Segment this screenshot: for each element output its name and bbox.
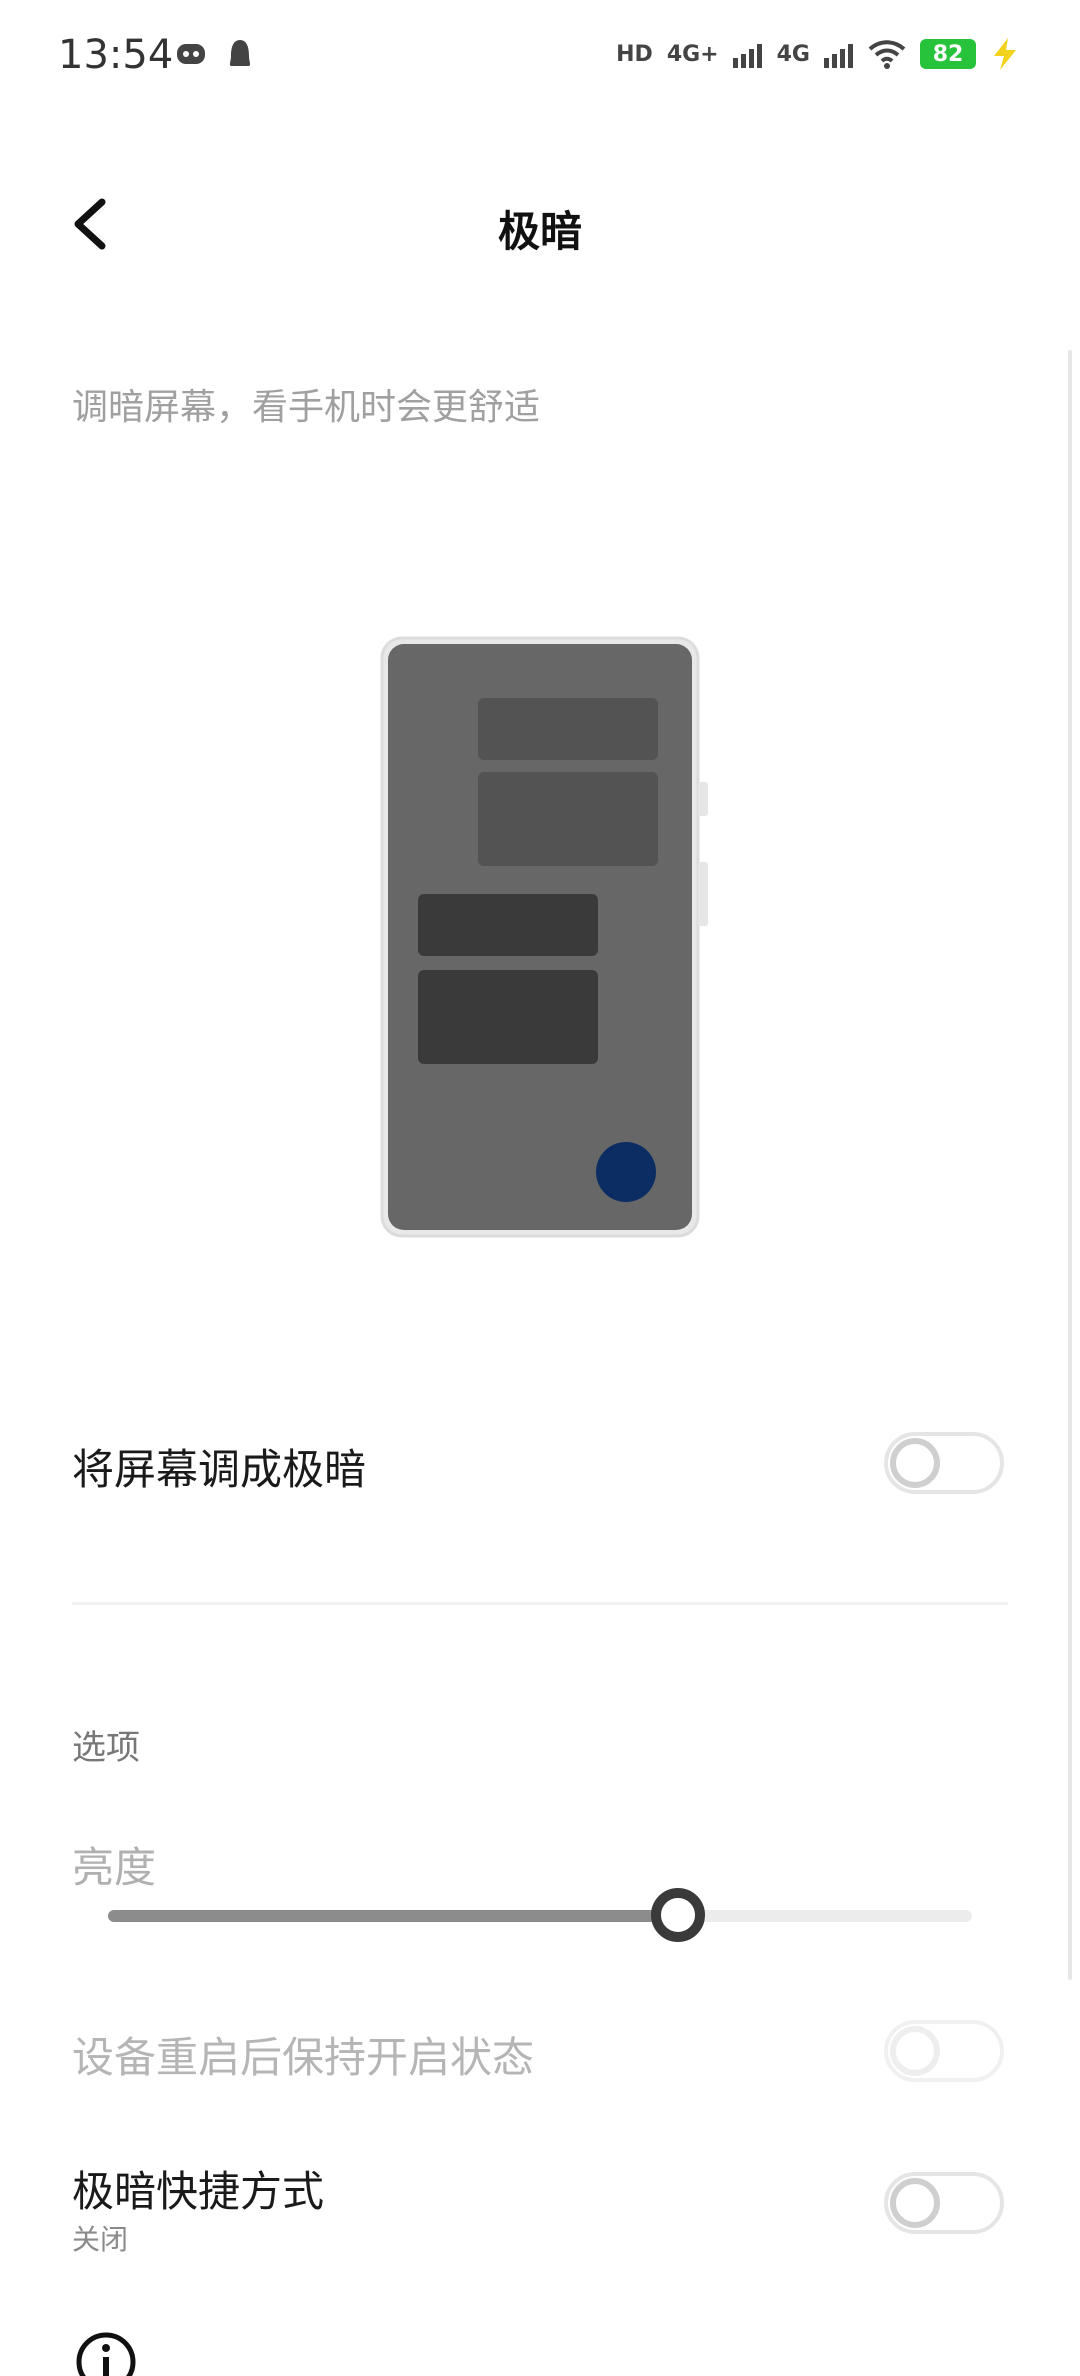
bot-icon [177,44,205,64]
page-description: 调暗屏幕，看手机时会更舒适 [72,387,541,428]
signal-bars-icon [824,44,853,68]
scrollbar[interactable] [1068,350,1072,1980]
dim-screen-label: 将屏幕调成极暗 [72,1445,367,1494]
divider [72,1602,1008,1605]
status-indicators: HD 4G+ 4G 82 [616,38,1020,70]
keep-after-restart-toggle[interactable] [884,2020,1004,2082]
charging-icon [994,38,1016,70]
page-title: 极暗 [497,207,582,256]
notification-icons [174,38,254,70]
shortcut-label: 极暗快捷方式 [72,2167,325,2216]
status-time: 13:54 [58,32,174,78]
brightness-slider[interactable] [108,1888,972,1942]
wifi-icon [868,40,906,69]
penguin-icon [229,40,251,66]
battery-indicator: 82 [920,39,976,69]
toggle-knob [890,1438,940,1488]
brightness-label: 亮度 [72,1843,157,1892]
phone-illustration [380,636,708,1238]
status-bar: 13:54 HD 4G+ 4G 82 [0,0,1080,120]
keep-after-restart-label: 设备重启后保持开启状态 [72,2033,535,2082]
slider-thumb[interactable] [651,1888,706,1942]
toggle-knob [890,2026,940,2076]
shortcut-toggle[interactable] [884,2172,1004,2234]
dim-screen-toggle[interactable] [884,1432,1004,1494]
hd-badge: HD [616,41,653,67]
shortcut-status: 关闭 [72,2223,129,2256]
toggle-knob [890,2178,940,2228]
signal-4g-plus: 4G+ [666,41,719,67]
signal-bars-icon [732,44,762,68]
options-section-title: 选项 [72,1728,140,1768]
header: 极暗 [0,170,1080,280]
info-icon[interactable] [74,2330,138,2376]
signal-4g: 4G [776,41,810,67]
slider-fill [108,1910,679,1922]
